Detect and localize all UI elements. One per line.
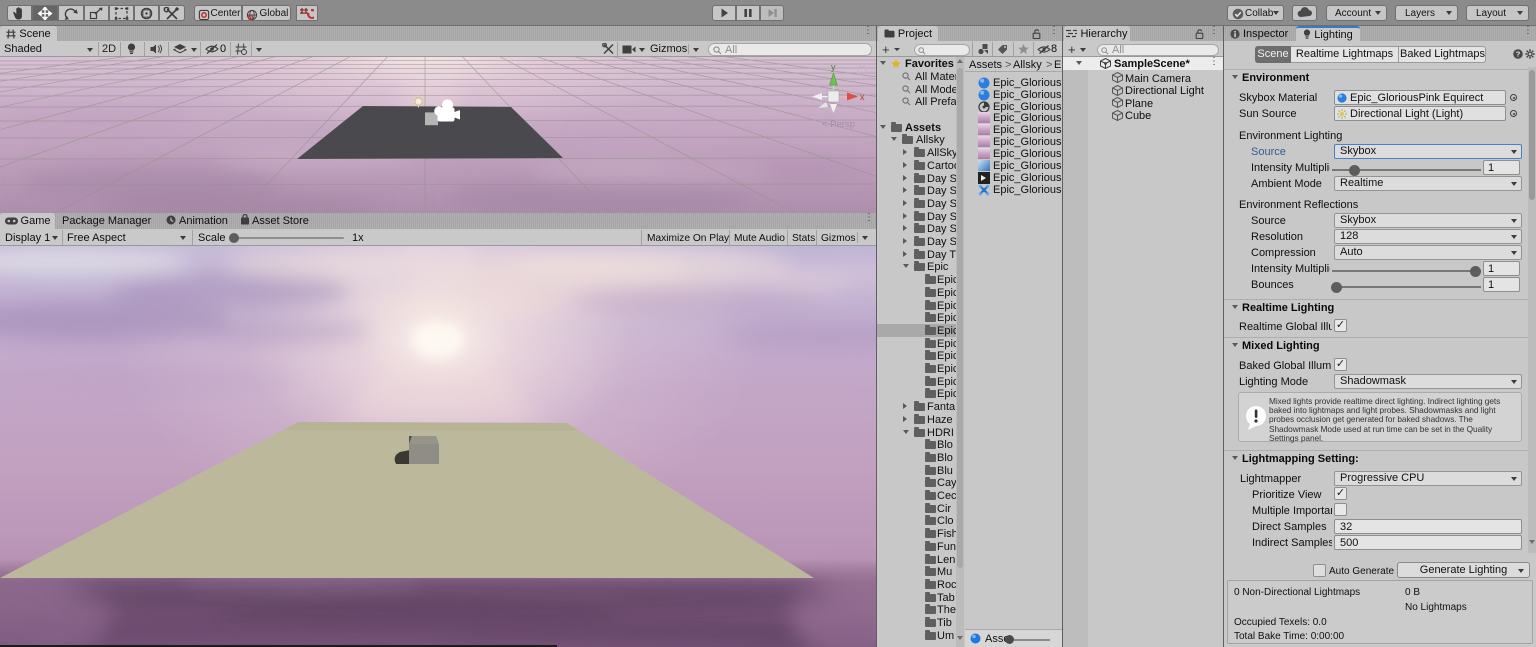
svg-text:y: y <box>831 62 836 72</box>
svg-text:x: x <box>860 92 865 102</box>
svg-text:?: ? <box>1516 50 1521 59</box>
svg-text:< Persp: < Persp <box>822 119 855 130</box>
